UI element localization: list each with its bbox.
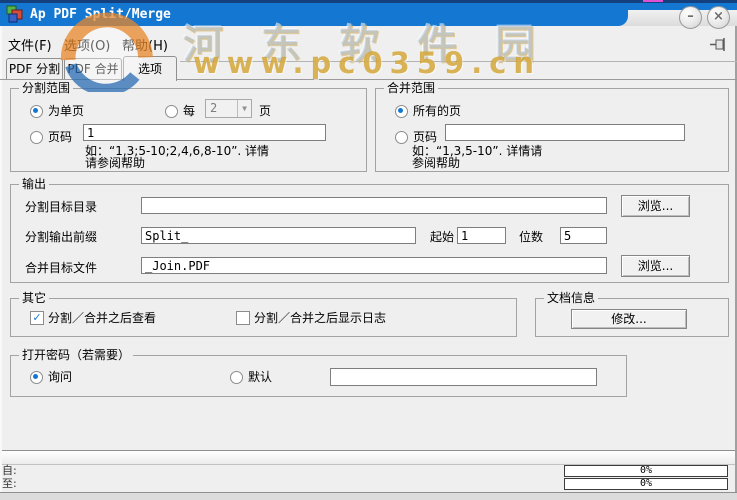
menu-options[interactable]: 选项(O) [60, 33, 114, 56]
radio-merge-page-numbers-label: 页码 [413, 130, 437, 145]
password-input[interactable] [330, 368, 597, 386]
checkbox-view-after[interactable]: ✓ [30, 311, 44, 325]
merge-file-input[interactable] [141, 257, 607, 274]
status-strip [2, 450, 735, 465]
start-number-input[interactable] [457, 227, 506, 244]
checkbox-show-log[interactable]: ✓ [236, 311, 250, 325]
merge-range-hint-line2: 参阅帮助 [412, 157, 460, 169]
radio-all-pages-label: 所有的页 [413, 104, 461, 119]
split-prefix-input[interactable] [141, 227, 416, 244]
start-number-label: 起始 [430, 230, 454, 245]
split-dir-label: 分割目标目录 [25, 200, 97, 215]
group-split-range-title: 分割范围 [19, 81, 73, 96]
split-prefix-label: 分割输出前缀 [25, 230, 97, 245]
menu-help[interactable]: 帮助(H) [118, 33, 172, 56]
split-range-hint-line2: 请参阅帮助 [85, 157, 145, 169]
radio-single-page[interactable] [30, 105, 43, 118]
group-output-title: 输出 [19, 177, 49, 192]
radio-split-page-numbers-label: 页码 [48, 130, 72, 145]
radio-every-n-pages[interactable] [165, 105, 178, 118]
split-page-numbers-input[interactable] [83, 124, 326, 141]
tab-pdf-split[interactable]: PDF 分割 [6, 58, 63, 80]
radio-password-default-label: 默认 [248, 370, 272, 385]
radio-split-page-numbers[interactable] [30, 131, 43, 144]
window-bottom-edge [0, 492, 737, 500]
digits-input[interactable] [560, 227, 607, 244]
radio-password-ask-label: 询问 [48, 370, 72, 385]
merge-page-numbers-input[interactable] [445, 124, 685, 141]
progress-bar-current: 0% [564, 465, 728, 477]
tab-pane-edge [0, 79, 737, 80]
progress-to-label: 至: [2, 478, 17, 490]
radio-password-default[interactable] [230, 371, 243, 384]
menu-bar: 文件(F) 选项(O) 帮助(H) [0, 26, 737, 55]
merge-file-label: 合并目标文件 [25, 261, 97, 276]
every-n-pages-value: 2 [210, 101, 217, 115]
window-title: Ap PDF Split/Merge [30, 7, 171, 22]
menu-separator [180, 61, 737, 62]
modify-doc-info-button[interactable]: 修改... [571, 309, 687, 329]
progress-from-label: 自: [2, 465, 17, 477]
pin-icon[interactable] [709, 37, 729, 52]
group-merge-range-title: 合并范围 [384, 81, 438, 96]
radio-single-page-label: 为单页 [48, 104, 84, 119]
tab-options[interactable]: 选项 [123, 56, 177, 81]
checkbox-show-log-label: 分割／合并之后显示日志 [254, 311, 386, 326]
checkbox-view-after-label: 分割／合并之后查看 [48, 311, 156, 326]
radio-all-pages[interactable] [395, 105, 408, 118]
group-other-title: 其它 [19, 291, 49, 306]
radio-every-label: 每 [183, 104, 195, 119]
progress-bar-total: 0% [564, 478, 728, 490]
tab-pdf-merge[interactable]: PDF 合并 [64, 58, 122, 80]
browse-merge-file-button[interactable]: 浏览... [621, 255, 690, 277]
radio-password-ask[interactable] [30, 371, 43, 384]
every-n-pages-spinner[interactable]: 2 ▼ [205, 99, 252, 118]
screenshot-artifact [643, 0, 663, 2]
split-dir-input[interactable] [141, 197, 607, 214]
browse-split-dir-button[interactable]: 浏览... [621, 195, 690, 217]
spinner-dropdown-icon[interactable]: ▼ [237, 100, 251, 117]
radio-merge-page-numbers[interactable] [395, 131, 408, 144]
digits-label: 位数 [519, 230, 543, 245]
group-password-title: 打开密码（若需要） [19, 348, 133, 363]
app-icon [6, 5, 26, 23]
pages-unit-label: 页 [259, 104, 271, 119]
group-doc-info-title: 文档信息 [544, 291, 598, 306]
menu-file[interactable]: 文件(F) [4, 33, 56, 56]
app-window: Ap PDF Split/Merge – × 文件(F) 选项(O) 帮助(H)… [0, 0, 737, 500]
